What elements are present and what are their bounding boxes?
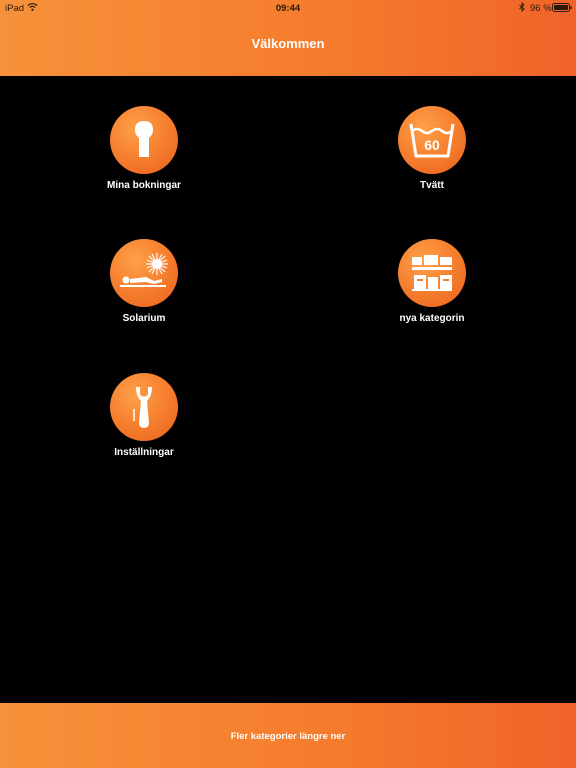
tile-installningar[interactable]: Inställningar — [74, 373, 214, 458]
header-bar: iPad 09:44 96 % Välkommen — [0, 0, 576, 76]
tile-mina-bokningar[interactable]: Mina bokningar — [74, 106, 214, 191]
tile-nya-kategorin[interactable]: nya kategorin — [362, 239, 502, 324]
tile-tvatt[interactable]: 60 Tvätt — [362, 106, 502, 191]
more-categories-label: Fler kategorier längre ner — [230, 731, 346, 742]
wash-60-icon: 60 — [409, 123, 455, 158]
footer-bar[interactable]: Fler kategorier längre ner — [0, 703, 576, 768]
tile-label: Inställningar — [114, 447, 174, 458]
tile-label: Tvätt — [420, 180, 444, 191]
key-icon — [135, 121, 153, 157]
tile-label: Mina bokningar — [107, 180, 181, 191]
boxes-icon — [412, 255, 452, 291]
clock: 09:44 — [275, 3, 301, 14]
tile-circle[interactable] — [110, 239, 178, 307]
bluetooth-icon — [519, 2, 525, 12]
app-screen: iPad 09:44 96 % Välkommen Mina bokningar… — [0, 0, 576, 768]
tile-circle[interactable] — [398, 239, 466, 307]
tile-label: Solarium — [122, 313, 166, 324]
tile-solarium[interactable]: Solarium — [74, 239, 214, 324]
page-title: Välkommen — [251, 36, 325, 51]
tile-label: nya kategorin — [399, 313, 465, 324]
battery-icon — [552, 3, 572, 12]
wrench-icon — [133, 387, 152, 428]
wash-temperature: 60 — [424, 137, 440, 153]
sunbed-icon — [120, 253, 168, 287]
tile-circle[interactable] — [110, 106, 178, 174]
tile-circle[interactable]: 60 — [398, 106, 466, 174]
tile-circle[interactable] — [110, 373, 178, 441]
status-bar: iPad 09:44 96 % — [0, 0, 576, 18]
battery-percent: 96 % — [530, 3, 552, 14]
